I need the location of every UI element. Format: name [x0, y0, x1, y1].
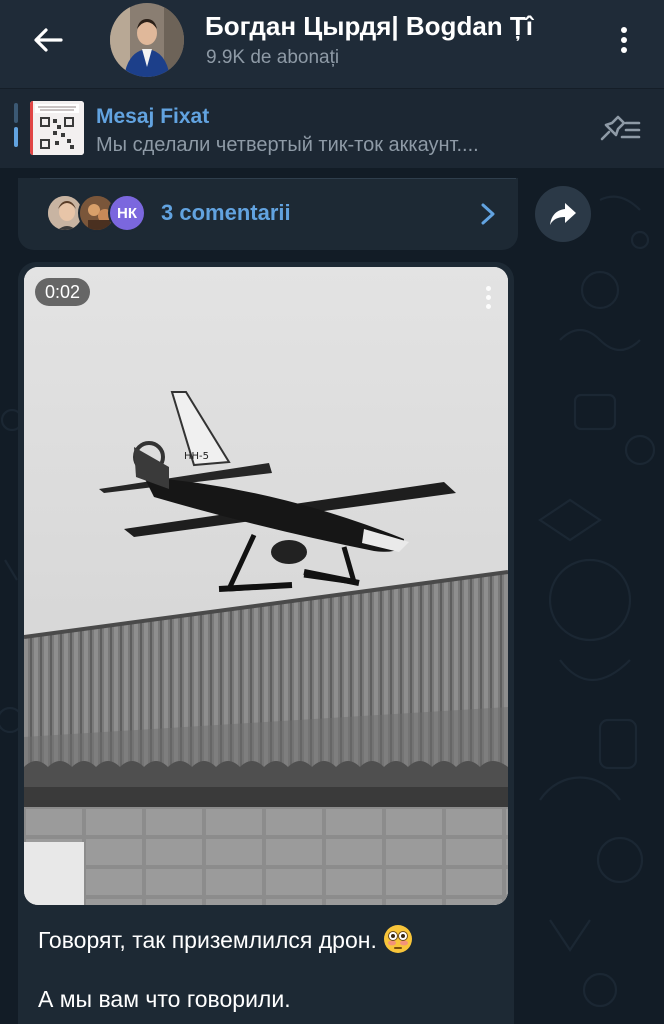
message-text: Говорят, так приземлился дрон. [38, 927, 377, 953]
pinned-message-bar[interactable]: Mesaj Fixat Мы сделали четвертый тик-ток… [0, 88, 664, 168]
flushed-face-emoji [383, 925, 412, 953]
pinned-thumbnail [30, 101, 84, 155]
more-vertical-icon-dot [621, 47, 627, 53]
qr-code-image [30, 101, 84, 155]
chevron-right-icon [476, 200, 500, 228]
arrow-left-icon [34, 28, 63, 52]
comments-count[interactable]: 3 comentarii [161, 200, 291, 226]
share-arrow-icon [550, 203, 576, 225]
more-vertical-icon [621, 27, 627, 33]
comments-bar[interactable]: НК 3 comentarii [18, 178, 518, 250]
channel-title[interactable]: Богдан Цырдя| Bogdan Țî [205, 11, 580, 42]
subscriber-count: 9.9K de abonați [206, 47, 340, 68]
video-duration: 0:02 [35, 278, 91, 306]
more-vertical-icon [485, 285, 491, 291]
comments-divider [40, 178, 516, 179]
commenter-avatar-initials: НК [108, 194, 146, 232]
more-vertical-icon-dot [621, 37, 627, 43]
pinned-list-button[interactable] [592, 107, 648, 151]
video-thumbnail: НН-5 [24, 267, 508, 905]
back-button[interactable] [24, 20, 72, 60]
more-options-button[interactable] [604, 18, 644, 62]
message-bubble: НН-5 0:02 Говорят, так приземлился дрон. [18, 262, 514, 1024]
pin-list-icon [600, 115, 641, 141]
pinned-text: Мы сделали четвертый тик-ток аккаунт.... [96, 134, 479, 156]
message-text-line-2: А мы вам что говорили. [38, 986, 291, 1012]
svg-text:НН-5: НН-5 [184, 451, 209, 462]
pinned-indicator [14, 103, 18, 147]
more-vertical-icon-dot [485, 303, 491, 309]
chat-header: Богдан Цырдя| Bogdan Țî 9.9K de abonați [0, 0, 664, 88]
avatar-photo [110, 3, 184, 77]
more-vertical-icon-dot [485, 294, 491, 300]
video-player[interactable]: НН-5 0:02 [24, 267, 508, 905]
pinned-title: Mesaj Fixat [96, 105, 210, 128]
share-button[interactable] [535, 186, 591, 242]
message-text-line-1: Говорят, так приземлился дрон. [38, 924, 413, 954]
video-options-button[interactable] [474, 281, 502, 313]
channel-avatar[interactable] [110, 3, 184, 77]
